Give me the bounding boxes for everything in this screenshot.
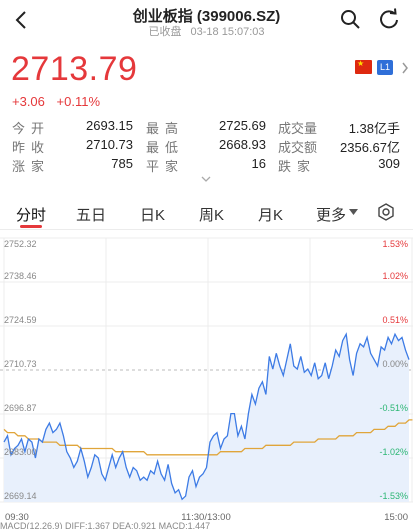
change-percent: +0.11% [56,94,101,109]
settings-icon[interactable] [377,203,395,221]
y-tick-label-left: 2696.87 [4,403,37,413]
stats-row: 昨收 2710.73 最低 2668.93 成交额 2356.67亿 [12,137,404,156]
y-tick-label-right: 0.51% [382,315,408,325]
tab-monthly-k[interactable]: 月K [258,204,283,225]
refresh-icon[interactable] [378,8,400,30]
change-value: +3.06 [12,94,45,109]
indicator-readout: MACD(12,26,9) DIFF:1.367 DEA:0.921 MACD:… [0,521,211,529]
y-tick-label-right: 1.53% [382,239,408,249]
intraday-chart[interactable]: 2752.32 1.53% 2738.46 1.02% 2724.59 0.51% 2710… [0,231,413,529]
tab-daily-k[interactable]: 日K [140,204,165,225]
y-tick-label-right: 1.02% [382,271,408,281]
y-tick-label-left: 2683.00 [4,447,37,457]
level1-badge: L1 [377,60,393,75]
stats-row: 涨家 785 平家 16 跌家 309 [12,156,404,175]
y-tick-label-right: -0.51% [379,403,408,413]
low-value: 2668.93 [219,137,266,152]
more-dropdown-icon[interactable] [349,209,358,215]
down-count-value: 309 [378,156,400,171]
up-count-label: 涨家 [12,159,51,174]
stats-row: 今开 2693.15 最高 2725.69 成交量 1.38亿手 [12,118,404,137]
high-value: 2725.69 [219,118,266,133]
search-icon[interactable] [339,8,361,30]
y-tick-label-left: 2752.32 [4,239,37,249]
y-tick-label-right: -1.02% [379,447,408,457]
price-area [4,334,409,502]
y-tick-label-left: 2669.14 [4,491,37,501]
volume-value: 1.38亿手 [348,121,400,136]
y-tick-label-left: 2710.73 [4,359,37,369]
y-tick-label-right: -1.53% [379,491,408,501]
turnover-value: 2356.67亿 [340,140,400,155]
up-count-value: 785 [111,156,133,171]
chevron-right-icon[interactable] [401,62,409,74]
status-text: 已收盘 [148,26,182,38]
tab-more[interactable]: 更多 [316,204,346,225]
volume-label: 成交量 [278,121,318,136]
turnover-label: 成交额 [278,140,318,155]
y-tick-label-right: 0.00% [382,359,408,369]
down-count-label: 跌家 [278,159,317,174]
header-bar: 创业板指 (399006.SZ) 已收盘 03-18 15:07:03 [0,0,413,42]
high-label: 最高 [146,121,185,136]
tab-intraday[interactable]: 分时 [16,204,46,225]
open-label: 今开 [12,121,51,136]
prev-close-value: 2710.73 [86,137,133,152]
chart-tabs: 分时 五日 日K 周K 月K 更多 [0,196,413,230]
tab-five-day[interactable]: 五日 [76,204,106,225]
open-value: 2693.15 [86,118,133,133]
flat-count-label: 平家 [146,159,185,174]
current-price: 2713.79 [11,50,138,88]
flat-count-value: 16 [251,156,266,171]
tab-weekly-k[interactable]: 周K [199,204,224,225]
china-flag-icon: ★ [355,59,372,74]
low-label: 最低 [146,140,185,155]
y-tick-label-left: 2738.46 [4,271,37,281]
prev-close-label: 昨收 [12,140,51,155]
status-datetime: 03-18 15:07:03 [190,26,265,38]
price-change: +3.06 +0.11% [12,94,108,109]
y-tick-label-left: 2724.59 [4,315,37,325]
active-tab-indicator [20,225,42,228]
chevron-down-icon[interactable] [201,176,211,183]
